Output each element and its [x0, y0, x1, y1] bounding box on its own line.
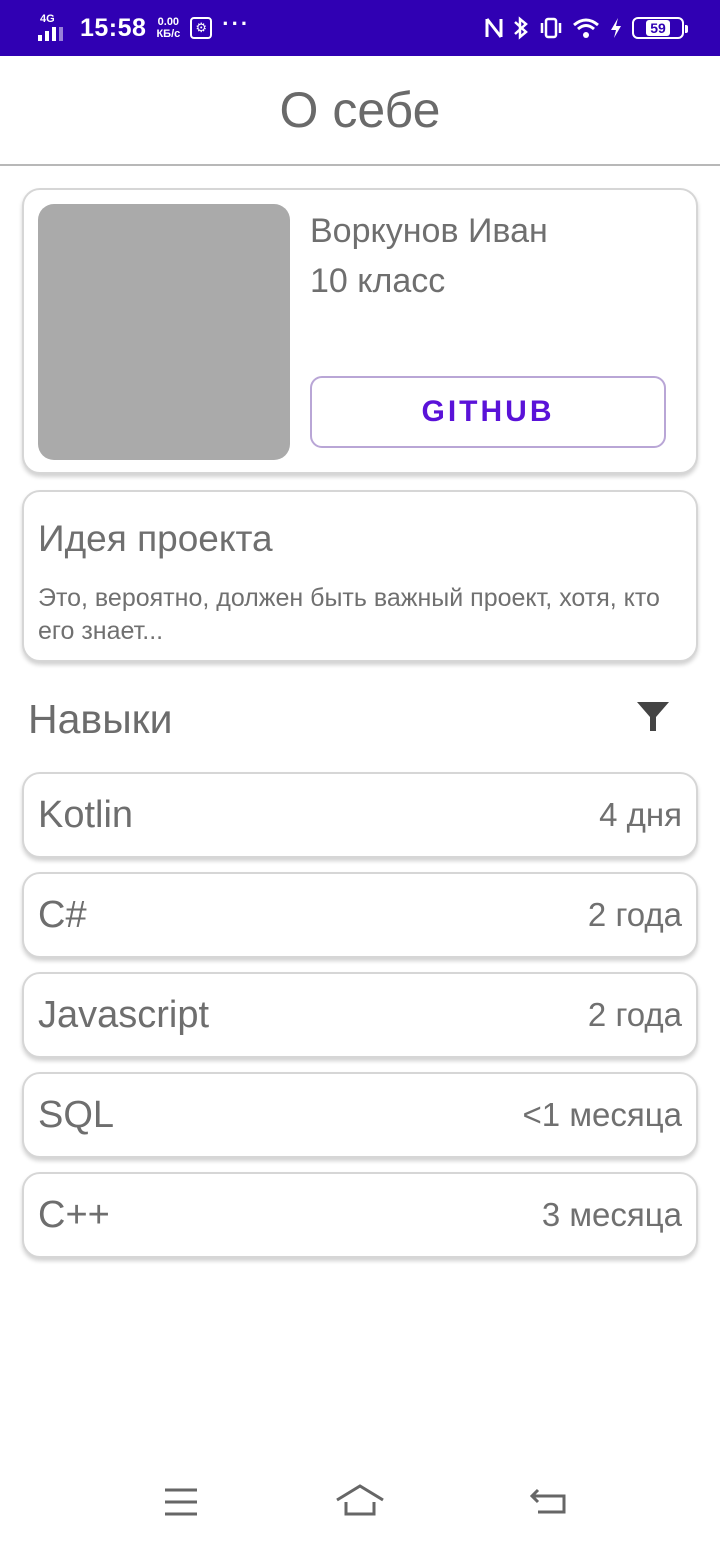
- network-speed: 0.00 КБ/с: [156, 16, 180, 40]
- menu-icon[interactable]: [162, 1482, 200, 1522]
- skill-name: Kotlin: [38, 793, 134, 836]
- skill-name: Javascript: [38, 993, 210, 1036]
- skill-item[interactable]: Kotlin 4 дня: [22, 772, 698, 858]
- home-icon[interactable]: [334, 1482, 386, 1522]
- profile-card: Воркунов Иван 10 класс GITHUB: [22, 188, 698, 474]
- idea-text: Это, вероятно, должен быть важный проект…: [38, 584, 660, 645]
- speed-unit: КБ/с: [156, 28, 181, 40]
- filter-icon[interactable]: [636, 700, 670, 734]
- battery-level: 59: [646, 20, 670, 36]
- skill-item[interactable]: C++ 3 месяца: [22, 1172, 698, 1258]
- profile-name: Воркунов Иван: [310, 212, 548, 250]
- app-bar: О себе: [0, 56, 720, 166]
- skill-duration: 3 месяца: [541, 1196, 682, 1233]
- nfc-icon: [485, 18, 503, 38]
- avatar: [38, 204, 290, 460]
- skill-name: C++: [38, 1193, 110, 1236]
- skill-item[interactable]: Javascript 2 года: [22, 972, 698, 1058]
- signal-icon: 4G: [38, 13, 70, 43]
- skill-name: SQL: [38, 1093, 115, 1136]
- skill-item[interactable]: C# 2 года: [22, 872, 698, 958]
- battery-icon: 59: [632, 17, 688, 39]
- status-time: 15:58: [80, 13, 147, 42]
- idea-title: Идея проекта: [38, 518, 273, 559]
- skill-duration: 4 дня: [599, 796, 682, 833]
- speed-value: 0.00: [157, 16, 180, 28]
- profile-grade: 10 класс: [310, 262, 446, 300]
- page-title: О себе: [279, 82, 441, 138]
- charging-icon: [611, 18, 621, 38]
- github-button[interactable]: GITHUB: [310, 376, 666, 448]
- skill-duration: 2 года: [587, 996, 682, 1033]
- network-type: 4G: [40, 13, 55, 25]
- status-bar: 4G 15:58 0.00 КБ/с ⚙ ··· 59: [0, 0, 720, 56]
- wifi-icon: [573, 18, 599, 38]
- skills-header: Навыки: [28, 696, 692, 746]
- idea-card: Идея проекта Это, вероятно, должен быть …: [22, 490, 698, 662]
- bluetooth-icon: [514, 16, 528, 40]
- back-icon[interactable]: [528, 1482, 570, 1522]
- skill-duration: 2 года: [587, 896, 682, 933]
- skill-duration: <1 месяца: [522, 1096, 682, 1133]
- skill-item[interactable]: SQL <1 месяца: [22, 1072, 698, 1158]
- system-nav-bar: [0, 1462, 720, 1544]
- more-notifications-icon: ···: [222, 11, 251, 36]
- vibrate-icon: [540, 17, 562, 39]
- skill-name: C#: [38, 893, 87, 936]
- skills-title: Навыки: [28, 696, 173, 742]
- usb-debug-icon: ⚙: [190, 17, 213, 39]
